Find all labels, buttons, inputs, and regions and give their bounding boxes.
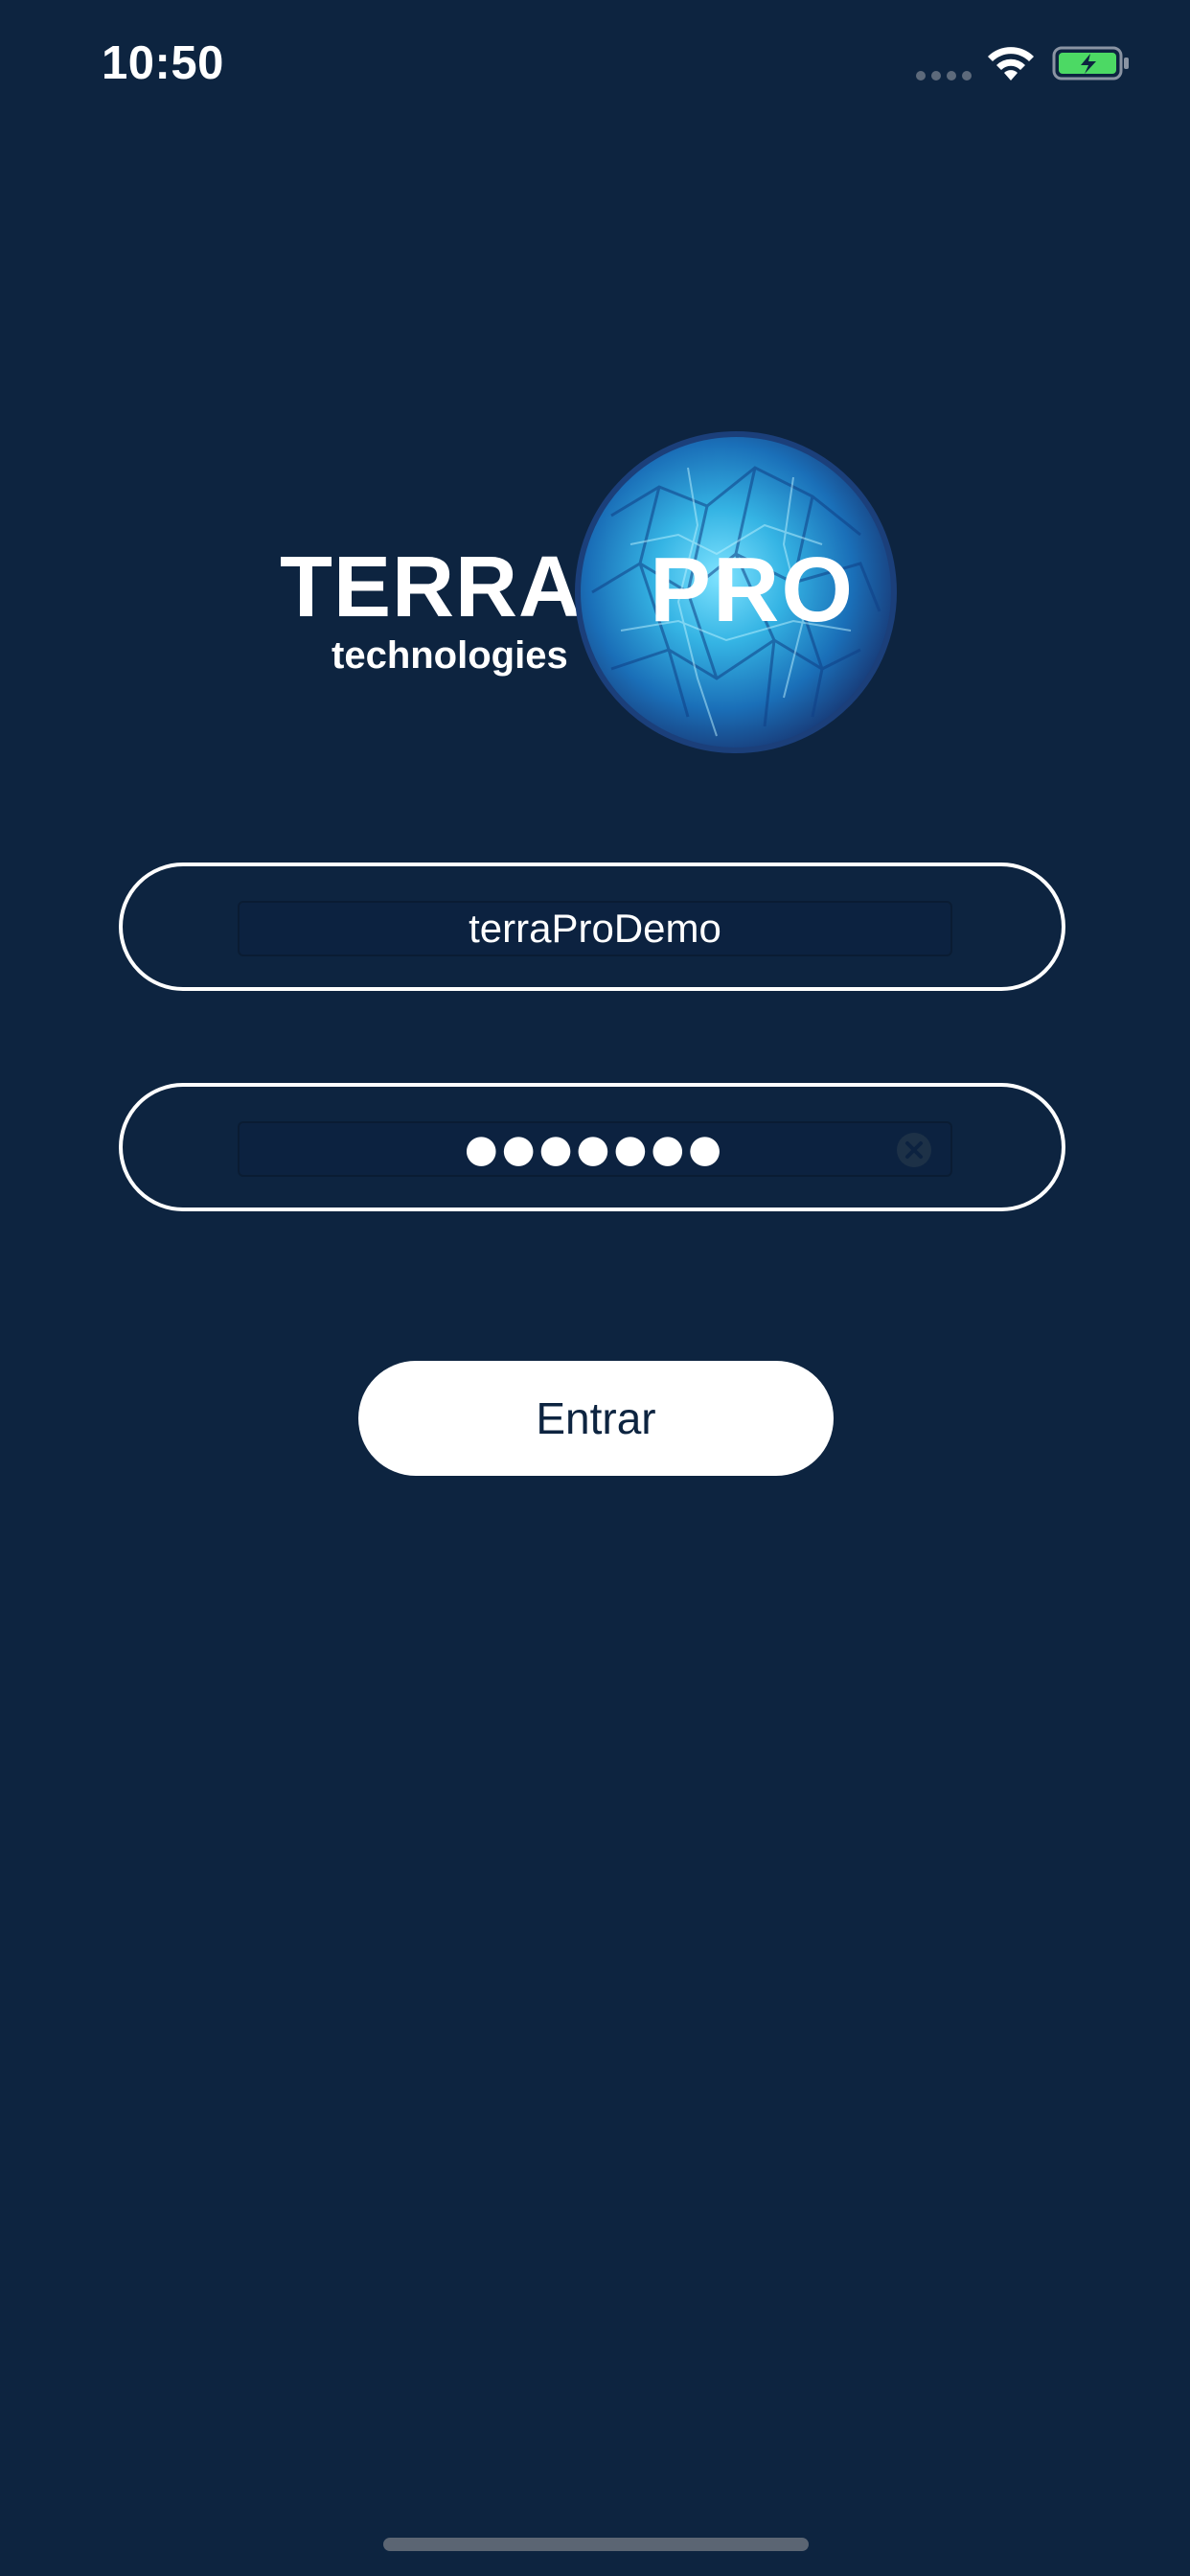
logo-technologies-text: technologies [332,634,568,677]
logo-pro-text: PRO [650,539,856,641]
password-field[interactable]: ●●●●●●● [119,1083,1065,1211]
home-indicator[interactable] [383,2538,809,2551]
password-masked-value: ●●●●●●● [464,1127,726,1171]
username-field[interactable]: terraProDemo [119,862,1065,991]
wifi-icon [988,47,1034,80]
battery-charging-icon [1052,46,1129,80]
enter-button[interactable]: Entrar [358,1361,834,1476]
signal-dots-icon [916,71,972,80]
clear-icon[interactable] [895,1131,933,1169]
status-bar: 10:50 [0,0,1190,134]
terra-pro-logo: TERRA technologies PRO [274,429,906,755]
username-input[interactable]: terraProDemo [238,901,952,956]
username-value: terraProDemo [469,906,721,951]
password-input[interactable]: ●●●●●●● [238,1121,952,1177]
logo-terra-text: TERRA [280,540,582,635]
status-time: 10:50 [102,37,224,89]
